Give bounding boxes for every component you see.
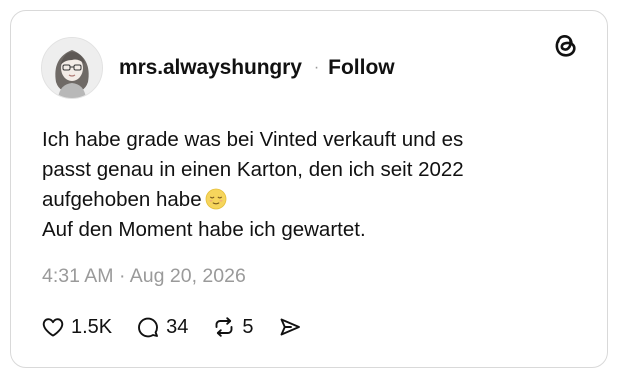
- reply-button[interactable]: 34: [136, 315, 188, 339]
- like-button[interactable]: 1.5K: [41, 315, 112, 339]
- post-text-line: Auf den Moment habe ich gewartet.: [42, 218, 366, 241]
- post-text-line: Ich habe grade was bei Vinted verkauft u…: [42, 128, 464, 151]
- post-header: mrs.alwayshungry · Follow: [41, 36, 395, 100]
- action-bar: 1.5K 34 5: [41, 313, 326, 341]
- avatar-illustration: [42, 38, 102, 98]
- post-text-fragment: aufgehoben habe: [42, 188, 202, 211]
- share-button[interactable]: [278, 315, 302, 339]
- comment-bubble-icon: [136, 315, 160, 339]
- heart-icon: [41, 315, 65, 339]
- send-icon: [278, 315, 302, 339]
- post-card: mrs.alwayshungry · Follow Ich habe grade…: [10, 10, 608, 368]
- repost-button[interactable]: 5: [212, 315, 254, 339]
- threads-logo-icon[interactable]: [550, 30, 580, 60]
- follow-button[interactable]: Follow: [328, 56, 395, 80]
- username-link[interactable]: mrs.alwayshungry: [119, 56, 302, 80]
- relieved-face-emoji: [205, 188, 227, 210]
- post-text: Ich habe grade was bei Vinted verkauft u…: [42, 125, 582, 245]
- separator-dot: ·: [313, 59, 320, 76]
- post-timestamp[interactable]: 4:31 AM · Aug 20, 2026: [42, 265, 246, 288]
- avatar[interactable]: [41, 37, 103, 99]
- post-text-line-with-emoji: aufgehoben habe: [42, 185, 582, 215]
- repost-icon: [212, 315, 236, 339]
- like-count: 1.5K: [71, 315, 113, 338]
- reply-count: 34: [166, 315, 189, 338]
- post-text-line: passt genau in einen Karton, den ich sei…: [42, 158, 464, 181]
- repost-count: 5: [242, 315, 254, 338]
